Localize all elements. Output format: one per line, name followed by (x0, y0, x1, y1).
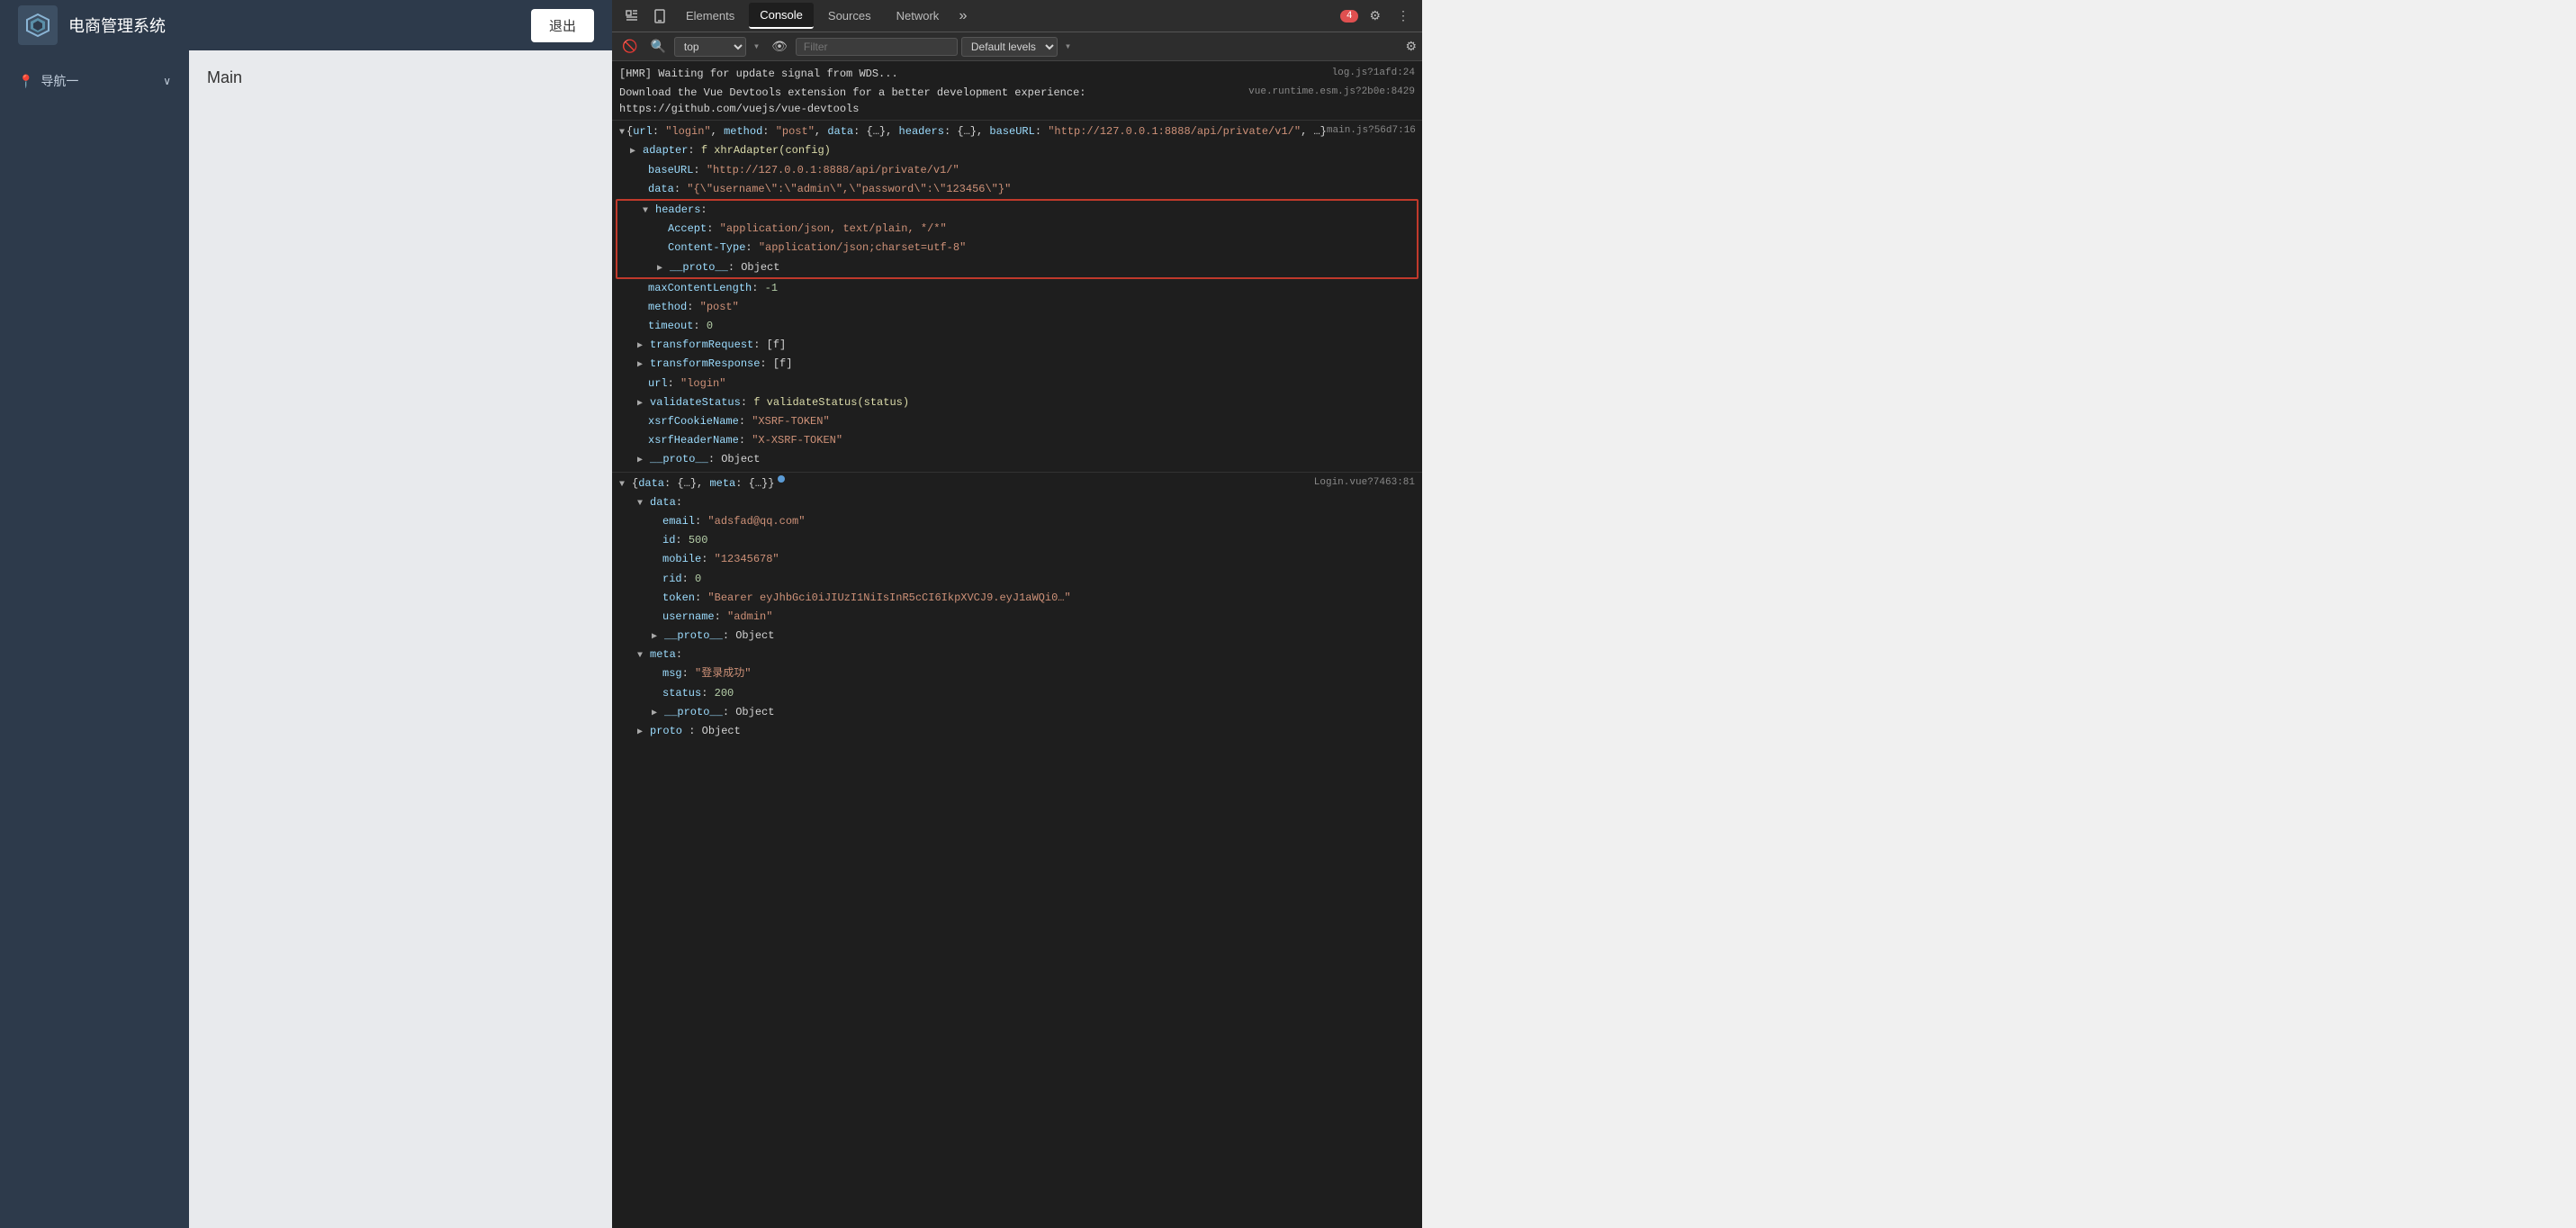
location-icon: 📍 (18, 74, 33, 89)
login-tree-preview: {data: {…}, meta: {…}} (632, 475, 774, 492)
devtools-tab-right: 4 ⚙ ⋮ (1340, 5, 1415, 27)
login-field-meta-proto: __proto__: Object (612, 703, 1422, 722)
main-content: Main (189, 50, 612, 1228)
app-header: 电商管理系统 退出 (0, 0, 612, 50)
field-xsrfheadername: xsrfHeaderName: "X-XSRF-TOKEN" (612, 431, 1422, 450)
field-url: url: "login" (612, 375, 1422, 393)
field-xsrfcookiename: xsrfCookieName: "XSRF-TOKEN" (612, 412, 1422, 431)
app-section: 电商管理系统 退出 📍 导航一 ∨ Main (0, 0, 612, 1228)
field-timeout: timeout: 0 (612, 317, 1422, 336)
eye-icon-btn[interactable]: 👁 (767, 36, 792, 57)
field-adapter: adapter: f xhrAdapter(config) (612, 141, 1422, 160)
field-headers: headers: (617, 201, 1417, 220)
devtools-toolbar: 🚫 🔍 top ▾ 👁 Default levels ▾ ⚙ (612, 32, 1422, 61)
tab-elements[interactable]: Elements (675, 4, 745, 28)
field-accept: Accept: "application/json, text/plain, *… (617, 220, 1417, 239)
login-field-mobile: mobile: "12345678" (612, 550, 1422, 569)
login-data-arrow[interactable] (637, 494, 648, 511)
hmr-source[interactable]: log.js?1afd:24 (1332, 66, 1415, 82)
clear-console-btn[interactable]: 🚫 (617, 36, 642, 57)
console-settings-btn[interactable]: ⚙ (1405, 39, 1417, 54)
tab-network[interactable]: Network (886, 4, 950, 28)
login-field-username: username: "admin" (612, 608, 1422, 627)
levels-arrow: ▾ (1061, 40, 1075, 53)
sidebar-item-left: 📍 导航一 (18, 72, 78, 90)
field-root-proto: __proto__: Object (612, 450, 1422, 469)
devtools-panel: Elements Console Sources Network » 4 ⚙ ⋮… (612, 0, 1422, 1228)
transformresponse-arrow[interactable] (637, 356, 648, 373)
sidebar-item-nav1[interactable]: 📍 导航一 ∨ (0, 59, 189, 103)
blue-dot (778, 475, 785, 483)
sidebar-item-label: 导航一 (41, 72, 78, 90)
login-field-rid: rid: 0 (612, 570, 1422, 589)
headers-proto-arrow[interactable] (657, 259, 668, 276)
login-field-status: status: 200 (612, 684, 1422, 703)
field-validatestatus: validateStatus: f validateStatus(status) (612, 393, 1422, 412)
device-toggle-btn[interactable] (648, 5, 671, 27)
transformrequest-arrow[interactable] (637, 337, 648, 354)
main-tree-root: {url: "login", method: "post", data: {…}… (612, 122, 1422, 141)
dropdown-arrow: ▾ (750, 40, 763, 53)
app-logo (18, 5, 58, 45)
main-source[interactable]: main.js?56d7:16 (1327, 123, 1416, 140)
validatestatus-arrow[interactable] (637, 394, 648, 411)
login-data-proto-arrow[interactable] (652, 628, 662, 645)
header-left: 电商管理系统 (18, 5, 166, 45)
main-title: Main (207, 68, 242, 86)
login-field-token: token: "Bearer eyJhbGci0iJIUzI1NiIsInR5c… (612, 589, 1422, 608)
field-transformresponse: transformResponse: [f] (612, 355, 1422, 374)
vue-source[interactable]: vue.runtime.esm.js?2b0e:8429 (1248, 85, 1415, 100)
login-expand-arrow[interactable] (619, 475, 630, 492)
headers-highlighted-section: headers: Accept: "application/json, text… (616, 199, 1419, 279)
console-line-hmr: [HMR] Waiting for update signal from WDS… (612, 65, 1422, 84)
adapter-arrow[interactable] (630, 142, 641, 159)
tab-sources[interactable]: Sources (817, 4, 882, 28)
login-field-data: data: (612, 493, 1422, 512)
login-field-msg: msg: "登录成功" (612, 664, 1422, 683)
console-output[interactable]: [HMR] Waiting for update signal from WDS… (612, 61, 1422, 1228)
login-meta-proto-arrow[interactable] (652, 704, 662, 721)
devtools-tabs: Elements Console Sources Network » 4 ⚙ ⋮ (612, 0, 1422, 32)
levels-select[interactable]: Default levels (961, 37, 1058, 57)
app-body: 📍 导航一 ∨ Main (0, 50, 612, 1228)
context-select[interactable]: top (674, 37, 746, 57)
field-baseurl: baseURL: "http://127.0.0.1:8888/api/priv… (612, 161, 1422, 180)
field-transformrequest: transformRequest: [f] (612, 336, 1422, 355)
login-proto-arrow[interactable] (637, 723, 648, 740)
login-field-meta: meta: (612, 646, 1422, 664)
root-proto-arrow[interactable] (637, 451, 648, 468)
tab-console[interactable]: Console (749, 3, 814, 29)
more-options-icon[interactable]: ⋮ (1392, 5, 1415, 27)
logout-button[interactable]: 退出 (531, 9, 594, 42)
login-field-id: id: 500 (612, 531, 1422, 550)
filter-toggle-btn[interactable]: 🔍 (645, 36, 670, 57)
settings-icon[interactable]: ⚙ (1364, 5, 1386, 27)
login-tree-root: {data: {…}, meta: {…}} Login.vue?7463:81 (612, 474, 1422, 493)
login-meta-arrow[interactable] (637, 646, 648, 664)
vue-devtools-text: Download the Vue Devtools extension for … (619, 85, 1085, 117)
field-method: method: "post" (612, 298, 1422, 317)
field-maxcontent: maxContentLength: -1 (612, 279, 1422, 298)
console-line-vue1: Download the Vue Devtools extension for … (612, 84, 1422, 118)
main-expand-arrow[interactable] (619, 123, 625, 140)
headers-arrow[interactable] (643, 202, 653, 219)
field-headers-proto: __proto__: Object (617, 258, 1417, 277)
field-data: data: "{\"username\":\"admin\",\"passwor… (612, 180, 1422, 199)
field-content-type: Content-Type: "application/json;charset=… (617, 239, 1417, 257)
more-tabs-icon[interactable]: » (953, 8, 973, 24)
login-field-email: email: "adsfad@qq.com" (612, 512, 1422, 531)
login-field-data-proto: __proto__: Object (612, 627, 1422, 646)
filter-input[interactable] (796, 38, 958, 56)
main-tree-preview: {url: "login", method: "post", data: {…}… (626, 123, 1327, 140)
login-field-proto: proto : Object (612, 722, 1422, 741)
hmr-text: [HMR] Waiting for update signal from WDS… (619, 66, 898, 83)
sidebar: 📍 导航一 ∨ (0, 50, 189, 1228)
app-title: 电商管理系统 (68, 14, 166, 37)
error-badge: 4 (1340, 10, 1359, 23)
inspect-element-btn[interactable] (619, 5, 644, 27)
chevron-down-icon: ∨ (163, 75, 171, 87)
login-source[interactable]: Login.vue?7463:81 (1314, 475, 1415, 492)
